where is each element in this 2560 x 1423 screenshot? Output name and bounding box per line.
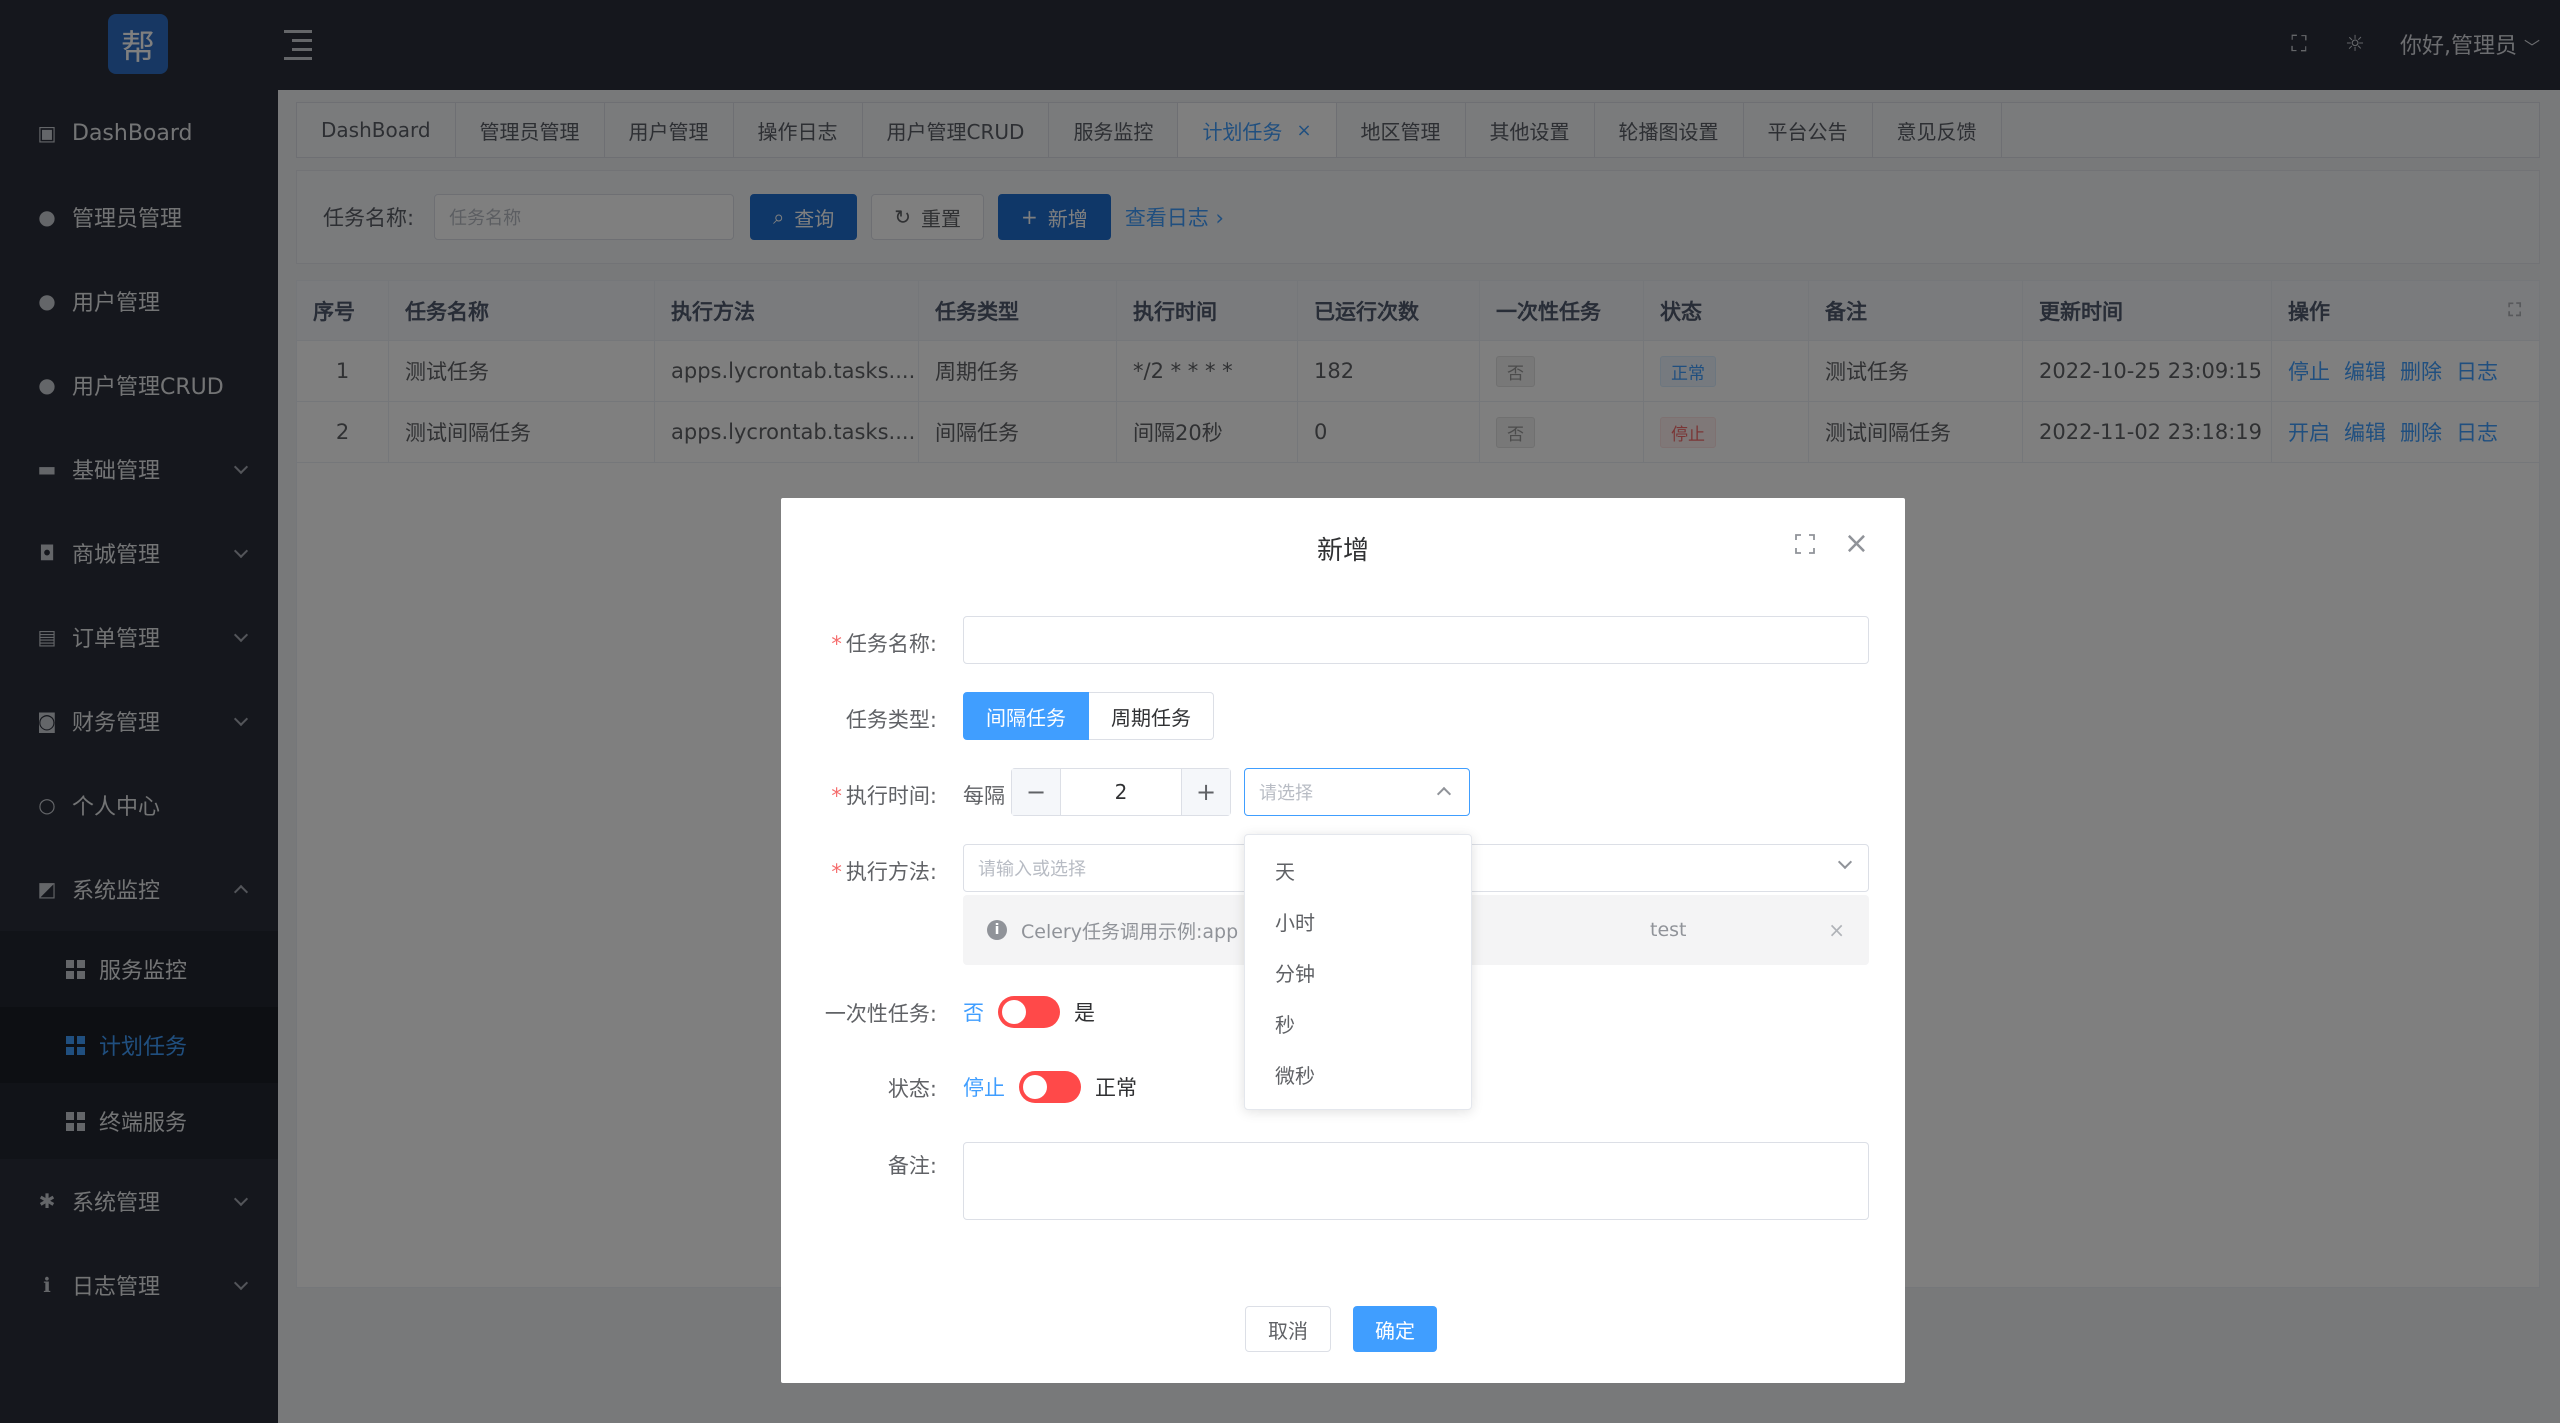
task-name-input[interactable] <box>963 616 1869 664</box>
dropdown-option-second[interactable]: 秒 <box>1245 998 1471 1049</box>
dropdown-option-day[interactable]: 天 <box>1245 845 1471 896</box>
task-name-label: * 任务名称: <box>831 632 937 656</box>
method-placeholder: 请输入或选择 <box>978 859 1086 880</box>
label-text: 执行时间: <box>845 784 937 808</box>
status-off-text: 停止 <box>963 1076 1005 1100</box>
dropdown-option-hour[interactable]: 小时 <box>1245 896 1471 947</box>
status-switch-row: 停止 正常 <box>963 1071 1137 1103</box>
label-text: 任务名称: <box>845 632 937 656</box>
info-icon: i <box>987 920 1007 940</box>
interval-value-input[interactable]: 2 <box>1060 769 1182 815</box>
chevron-up-icon <box>1436 786 1452 802</box>
unit-dropdown: 天 小时 分钟 秒 微秒 <box>1244 834 1472 1110</box>
remark-label: 备注: <box>887 1154 937 1178</box>
label-text: 执行方法: <box>845 860 937 884</box>
once-switch-row: 否 是 <box>963 996 1095 1028</box>
radio-periodic-task[interactable]: 周期任务 <box>1089 692 1214 740</box>
status-label: 状态: <box>887 1077 937 1101</box>
close-icon[interactable]: × <box>1844 526 1869 561</box>
task-type-radio-group: 间隔任务 周期任务 <box>963 692 1214 740</box>
alert-text-tail: test <box>1650 919 1687 941</box>
exec-time-label: * 执行时间: <box>831 784 937 808</box>
remark-textarea[interactable] <box>963 1142 1869 1220</box>
once-on-text: 是 <box>1074 1001 1095 1025</box>
dropdown-option-microsecond[interactable]: 微秒 <box>1245 1049 1471 1100</box>
task-type-label: 任务类型: <box>845 708 937 732</box>
method-label: * 执行方法: <box>831 860 937 884</box>
close-icon[interactable]: × <box>1828 918 1845 942</box>
every-text: 每隔 <box>963 784 1005 808</box>
radio-interval-task[interactable]: 间隔任务 <box>963 692 1089 740</box>
alert-text: Celery任务调用示例:app <box>1021 920 1239 943</box>
interval-stepper: − 2 + <box>1011 768 1231 816</box>
dialog-title: 新增 <box>1316 536 1369 566</box>
once-off-text: 否 <box>963 1001 984 1025</box>
cancel-button[interactable]: 取消 <box>1245 1306 1331 1352</box>
status-on-text: 正常 <box>1095 1076 1137 1100</box>
dropdown-option-minute[interactable]: 分钟 <box>1245 947 1471 998</box>
chevron-down-icon <box>1837 854 1853 870</box>
once-label: 一次性任务: <box>824 1002 937 1026</box>
decrease-button[interactable]: − <box>1012 769 1060 815</box>
unit-select[interactable]: 请选择 <box>1244 768 1470 816</box>
increase-button[interactable]: + <box>1182 769 1230 815</box>
fullscreen-icon[interactable] <box>1795 534 1815 554</box>
confirm-button[interactable]: 确定 <box>1353 1306 1437 1352</box>
unit-select-placeholder: 请选择 <box>1259 783 1313 804</box>
status-toggle[interactable] <box>1019 1071 1081 1103</box>
once-toggle[interactable] <box>998 996 1060 1028</box>
